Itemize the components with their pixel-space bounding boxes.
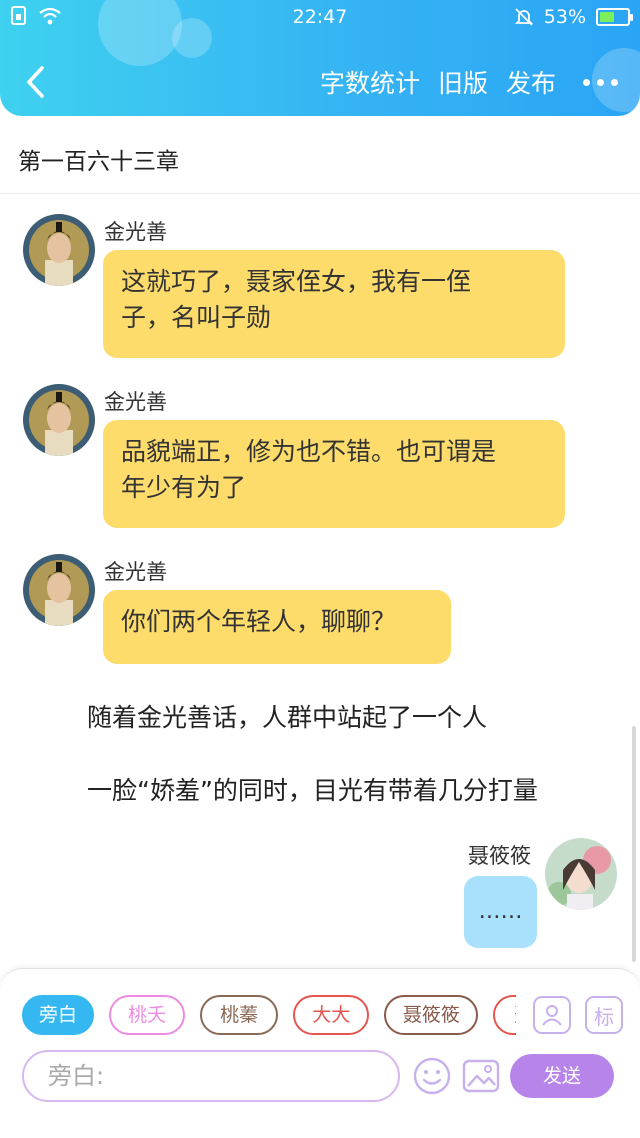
role-chip[interactable]: 大大 xyxy=(293,995,370,1035)
role-chip-label: 旁白 xyxy=(38,1004,77,1026)
mute-bell-icon xyxy=(514,8,533,26)
message-line: 品貌端正，修为也不错。也可谓是 xyxy=(121,437,497,466)
send-button[interactable]: 发送 xyxy=(510,1054,614,1098)
back-button[interactable] xyxy=(18,62,58,102)
reply-bubble[interactable]: …… xyxy=(464,876,537,948)
avatar[interactable] xyxy=(23,214,95,286)
title-bar: 字数统计 旧版 发布 xyxy=(0,50,640,112)
mark-button[interactable]: 标 xyxy=(585,996,623,1034)
role-chip[interactable]: 旁白 xyxy=(22,995,94,1035)
mark-label: 标 xyxy=(594,1004,614,1029)
narration-line[interactable]: 一脸“娇羞”的同时，目光有带着几分打量 xyxy=(87,771,538,807)
image-icon[interactable] xyxy=(461,1056,501,1096)
more-dots-icon[interactable] xyxy=(574,64,626,100)
role-chip[interactable]: 桃夭 xyxy=(109,995,186,1035)
old-version-button[interactable]: 旧版 xyxy=(438,64,488,100)
role-chip-label: 聂筱筱 xyxy=(402,1004,460,1026)
role-chip-label: 大大 xyxy=(312,1004,351,1026)
speaker-name: 金光善 xyxy=(104,560,167,584)
status-bar: 22:47 53% xyxy=(0,0,640,34)
speaker-name: 金光善 xyxy=(104,390,167,414)
battery-fill xyxy=(600,12,614,22)
speaker-name: 聂筱筱 xyxy=(468,844,531,868)
avatar[interactable] xyxy=(545,838,617,910)
message-bubble[interactable]: 品貌端正，修为也不错。也可谓是 年少有为了 xyxy=(103,420,565,528)
message-line: 这就巧了，聂家侄女，我有一侄 xyxy=(121,267,472,296)
avatar[interactable] xyxy=(23,384,95,456)
message-line: 年少有为了 xyxy=(121,473,247,502)
narration-line[interactable]: 随着金光善话，人群中站起了一个人 xyxy=(87,698,487,734)
reply-text: …… xyxy=(478,899,523,924)
role-chip[interactable]: 聂 xyxy=(493,995,516,1035)
chapter-title[interactable]: 第一百六十三章 xyxy=(18,142,179,176)
message-line: 你们两个年轻人，聊聊？ xyxy=(121,607,397,636)
scrollbar[interactable] xyxy=(632,726,636,962)
role-chip[interactable]: 桃蓁 xyxy=(200,995,279,1035)
role-chip[interactable]: 聂筱筱 xyxy=(384,995,479,1035)
chapter-header: 第一百六十三章 xyxy=(0,116,640,194)
message-bubble[interactable]: 这就巧了，聂家侄女，我有一侄 子，名叫子勋 xyxy=(103,250,565,358)
message-line: 子，名叫子勋 xyxy=(121,303,272,332)
role-chip-label: 桃蓁 xyxy=(220,1004,259,1026)
app-header: 22:47 53% 字数统计 旧版 发布 xyxy=(0,0,640,116)
back-chevron-icon xyxy=(27,66,44,98)
battery-icon xyxy=(596,8,633,26)
user-card-icon[interactable] xyxy=(533,996,571,1034)
battery-percent: 53% xyxy=(543,6,586,28)
publish-button[interactable]: 发布 xyxy=(506,64,556,100)
emoji-icon[interactable] xyxy=(412,1056,452,1096)
message-bubble[interactable]: 你们两个年轻人，聊聊？ xyxy=(103,590,451,664)
avatar[interactable] xyxy=(23,554,95,626)
word-count-button[interactable]: 字数统计 xyxy=(320,64,420,100)
message-input[interactable]: 旁白: xyxy=(22,1050,400,1102)
role-chip-label: 桃夭 xyxy=(128,1004,167,1026)
role-chip-label: 聂 xyxy=(514,1004,516,1026)
role-chip-list[interactable]: 旁白 桃夭 桃蓁 大大 聂筱筱 聂 xyxy=(22,995,516,1039)
input-placeholder: 旁白: xyxy=(48,1062,105,1090)
speaker-name: 金光善 xyxy=(104,220,167,244)
